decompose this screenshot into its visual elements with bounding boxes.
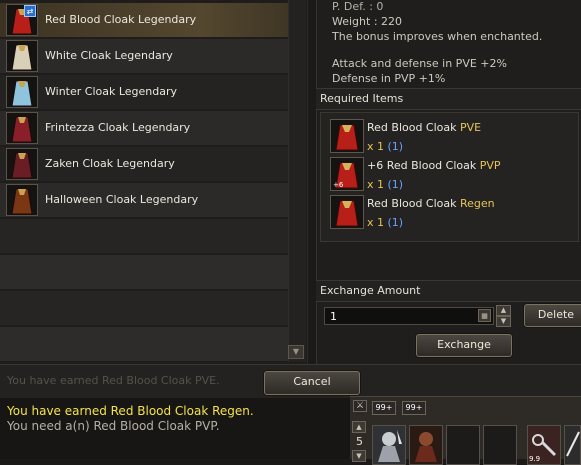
exchange-amount-header: Exchange Amount [316, 280, 581, 302]
empty-list-row [0, 291, 288, 325]
effect-text-1: Attack and defense in PVE +2% [332, 57, 507, 70]
calculator-icon[interactable]: ▦ [478, 309, 491, 322]
red-blood-cloak-pve-icon [330, 119, 364, 153]
exchange-amount-input[interactable]: 1 [324, 307, 494, 325]
exchange-button[interactable]: Exchange [416, 334, 512, 357]
scroll-down-arrow-icon[interactable]: ▼ [288, 345, 304, 359]
stack-count-badge: 99+ [372, 401, 396, 415]
required-item-2-name: +6 Red Blood Cloak PVP [367, 159, 501, 172]
required-item-2-qty: x 1 (1) [367, 178, 404, 191]
pdef-text: P. Def. : 0 [332, 0, 384, 13]
required-item-2-variant: PVP [479, 159, 501, 172]
empty-list-row [0, 219, 288, 253]
required-item-3-variant: Regen [460, 197, 495, 210]
item-list-row[interactable]: Frintezza Cloak Legendary [0, 111, 288, 145]
empty-hotbar-slot[interactable] [446, 425, 480, 465]
frintezza-cloak-icon [6, 112, 38, 144]
item-list-row[interactable]: ⇄ Red Blood Cloak Legendary [0, 3, 288, 37]
effect-text-2: Defense in PVP +1% [332, 72, 446, 85]
halloween-cloak-icon [6, 184, 38, 216]
skill-slot-knight-icon[interactable] [372, 425, 406, 465]
red-blood-cloak-regen-icon [330, 195, 364, 229]
enchant-level-tag: +6 [333, 181, 344, 189]
empty-list-row [0, 327, 288, 361]
exchange-badge-icon: ⇄ [24, 5, 36, 17]
amount-decrease-arrow-icon[interactable]: ▼ [496, 316, 511, 327]
key-item-slot-icon[interactable]: 9.9 [527, 425, 561, 465]
item-list-row[interactable]: Winter Cloak Legendary [0, 75, 288, 109]
item-list-row[interactable]: Halloween Cloak Legendary [0, 183, 288, 217]
cancel-button[interactable]: Cancel [264, 371, 360, 395]
item-list-label: Red Blood Cloak Legendary [45, 13, 197, 26]
chat-window: You have earned Red Blood Cloak Regen. Y… [0, 398, 350, 459]
required-item-3-qty: x 1 (1) [367, 216, 404, 229]
item-list-label: Halloween Cloak Legendary [45, 193, 199, 206]
required-item-3-name: Red Blood Cloak Regen [367, 197, 495, 210]
chat-message-earned: You have earned Red Blood Cloak Regen. [7, 404, 254, 418]
white-cloak-icon [6, 40, 38, 72]
required-items-header: Required Items [316, 88, 581, 110]
delete-button[interactable]: Delete [524, 304, 581, 327]
bonus-note-text: The bonus improves when enchanted. [332, 30, 543, 43]
sword-icon[interactable]: ⚔ [353, 400, 367, 412]
required-item-1-qty: x 1 (1) [367, 140, 404, 153]
hotbar-page-up-arrow-icon[interactable]: ▲ [352, 421, 366, 433]
skill-slot-warrior-icon[interactable] [409, 425, 443, 465]
empty-hotbar-slot[interactable] [483, 425, 517, 465]
hotbar: ⚔ 99+ 99+ ▲ 5 ▼ 9.9 [350, 396, 581, 465]
red-blood-cloak-pvp-icon: +6 [330, 157, 364, 191]
item-list-label: Zaken Cloak Legendary [45, 157, 175, 170]
chat-message-need: You need a(n) Red Blood Cloak PVP. [7, 419, 220, 433]
item-list-row[interactable]: White Cloak Legendary [0, 39, 288, 73]
item-stack-count: 9.9 [529, 455, 541, 463]
stack-count-badge: 99+ [402, 401, 426, 415]
required-item-1-variant: PVE [460, 121, 482, 134]
item-list-label: White Cloak Legendary [45, 49, 173, 62]
item-list-panel: ⇄ Red Blood Cloak Legendary White Cloak Le… [0, 0, 308, 364]
hotbar-page-down-arrow-icon[interactable]: ▼ [352, 450, 366, 462]
empty-list-row [0, 255, 288, 289]
exchange-amount-label: Exchange Amount [320, 284, 421, 297]
list-scrollbar[interactable] [288, 0, 306, 362]
zaken-cloak-icon [6, 148, 38, 180]
required-items-box: Red Blood Cloak PVE x 1 (1) +6 +6 Red Bl… [320, 112, 579, 242]
winter-cloak-icon [6, 76, 38, 108]
required-items-title: Required Items [320, 92, 404, 105]
amount-increase-arrow-icon[interactable]: ▲ [496, 305, 511, 316]
required-item-1-name: Red Blood Cloak PVE [367, 121, 482, 134]
item-list-label: Frintezza Cloak Legendary [45, 121, 191, 134]
weight-text: Weight : 220 [332, 15, 403, 28]
hotbar-page-number: 5 [356, 435, 363, 448]
item-list-label: Winter Cloak Legendary [45, 85, 178, 98]
faded-chat-line: You have earned Red Blood Cloak PVE. [7, 374, 220, 387]
item-list-row[interactable]: Zaken Cloak Legendary [0, 147, 288, 181]
sword-item-slot-icon[interactable] [564, 425, 581, 465]
